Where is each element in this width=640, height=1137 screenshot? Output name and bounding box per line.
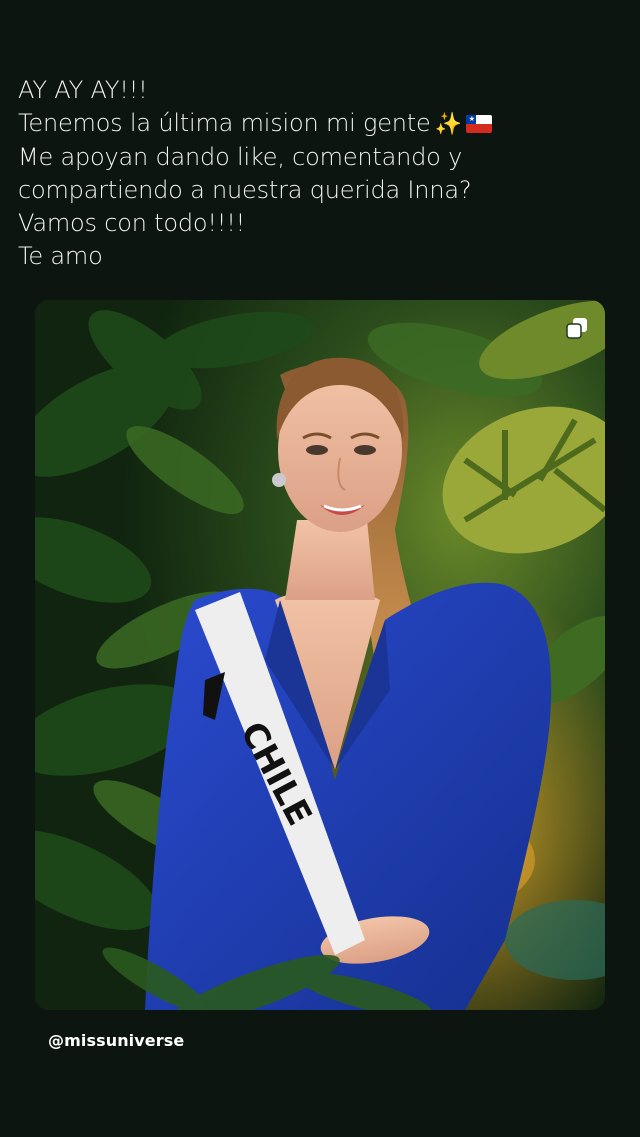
chile-flag-icon: ★ (465, 115, 492, 133)
story-caption: AY AY AY!!! Tenemos la última mision mi … (18, 74, 618, 273)
caption-line-4: compartiendo a nuestra querida Inna? (18, 176, 472, 204)
caption-line-5: Vamos con todo!!!! (18, 209, 246, 237)
caption-line-1: AY AY AY!!! (18, 76, 148, 104)
caption-line-2: Tenemos la última mision mi gente ✨ ★ (18, 107, 618, 141)
post-author-handle[interactable]: @missuniverse (48, 1031, 184, 1050)
caption-line-2-text: Tenemos la última mision mi gente (18, 109, 431, 137)
post-photo: CHILE (35, 300, 605, 1010)
shared-post-card[interactable]: CHILE (35, 300, 605, 1010)
caption-line-3: Me apoyan dando like, comentando y (18, 143, 463, 171)
caption-line-6: Te amo (18, 242, 103, 270)
carousel-icon (566, 318, 587, 339)
sparkles-icon: ✨ (434, 112, 462, 137)
